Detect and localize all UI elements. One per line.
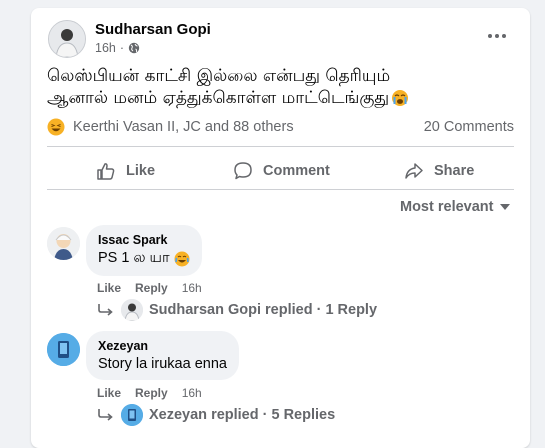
author-avatar[interactable] — [48, 20, 86, 58]
comment-actions: Like Reply 16h — [97, 386, 202, 400]
globe-icon — [128, 42, 140, 54]
comment-like-button[interactable]: Like — [97, 281, 121, 295]
comment-icon — [234, 162, 252, 180]
commenter-name[interactable]: Xezeyan — [98, 339, 227, 353]
comment-button[interactable]: Comment — [233, 153, 330, 189]
comment-like-button[interactable]: Like — [97, 386, 121, 400]
comment-reply-button[interactable]: Reply — [135, 386, 168, 400]
comment-text: Story la irukaa enna — [98, 356, 227, 372]
comment-text-row: PS 1 ல யா — [98, 250, 190, 268]
comment-label: Comment — [263, 163, 330, 179]
divider-bottom — [47, 189, 514, 190]
reactions-summary[interactable]: Keerthi Vasan II, JC and 88 others — [47, 118, 294, 136]
commenter-avatar[interactable] — [47, 333, 80, 366]
haha-reaction-icon — [47, 118, 65, 136]
share-button[interactable]: Share — [404, 153, 474, 189]
comment-bubble: Issac Spark PS 1 ல யா — [86, 225, 202, 276]
replier-avatar — [121, 404, 143, 426]
author-name[interactable]: Sudharsan Gopi — [95, 21, 211, 38]
caret-down-icon — [500, 204, 511, 210]
post-card: Sudharsan Gopi 16h · லெஸ்பியன் காட்சி இல… — [31, 8, 530, 448]
post-time[interactable]: 16h — [95, 41, 116, 55]
replies-summary: Sudharsan Gopi replied · 1 Reply — [149, 302, 378, 318]
comment-time[interactable]: 16h — [182, 281, 202, 295]
replies-summary: Xezeyan replied · 5 Replies — [149, 407, 336, 423]
thumbs-up-icon — [97, 163, 115, 180]
reply-arrow-icon — [98, 409, 113, 421]
comments-count[interactable]: 20 Comments — [424, 119, 514, 135]
like-label: Like — [126, 163, 156, 179]
divider-top — [47, 146, 514, 147]
comment-reply-button[interactable]: Reply — [135, 281, 168, 295]
commenter-avatar[interactable] — [47, 227, 80, 260]
post-text-line-2: ஆனால் மனம் ஏத்துக்கொள்ள மாட்டெங்குது — [47, 88, 390, 108]
post-meta: 16h · — [95, 41, 140, 55]
more-options-icon[interactable] — [483, 26, 511, 46]
comment-actions: Like Reply 16h — [97, 281, 202, 295]
replier-avatar — [121, 299, 143, 321]
share-icon — [405, 163, 423, 179]
dot-separator: · — [119, 41, 125, 55]
comment-time[interactable]: 16h — [182, 386, 202, 400]
comment-bubble: Xezeyan Story la irukaa enna — [86, 331, 239, 380]
comment-text: PS 1 ல யா — [98, 250, 170, 266]
sort-comments-dropdown[interactable]: Most relevant — [400, 199, 511, 215]
view-replies-link[interactable]: Xezeyan replied · 5 Replies — [97, 404, 335, 426]
share-label: Share — [434, 163, 475, 179]
sort-label: Most relevant — [400, 199, 494, 215]
reply-arrow-icon — [98, 304, 113, 316]
like-button[interactable]: Like — [96, 153, 155, 189]
post-text-line-1: லெஸ்பியன் காட்சி இல்லை என்பது தெரியும் — [47, 66, 391, 86]
laughing-crying-icon — [174, 251, 190, 267]
crying-face-icon — [392, 90, 409, 106]
commenter-name[interactable]: Issac Spark — [98, 233, 190, 247]
post-text: லெஸ்பியன் காட்சி இல்லை என்பது தெரியும் ஆ… — [47, 65, 517, 109]
view-replies-link[interactable]: Sudharsan Gopi replied · 1 Reply — [97, 299, 377, 321]
reactions-text[interactable]: Keerthi Vasan II, JC and 88 others — [73, 119, 294, 135]
